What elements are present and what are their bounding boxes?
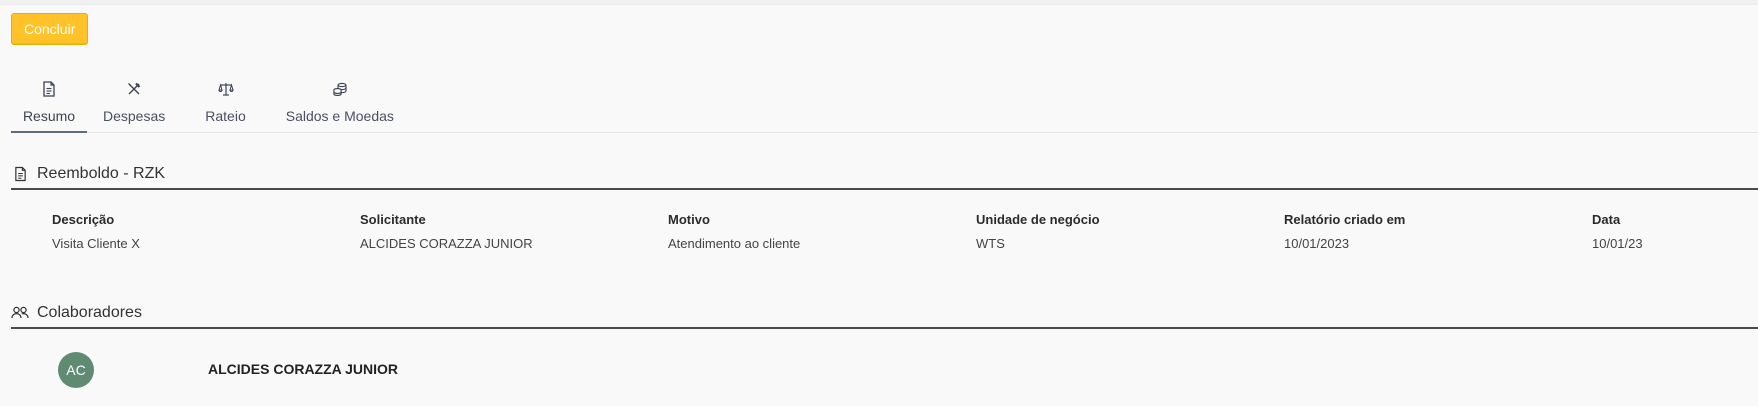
- field-label: Descrição: [52, 212, 115, 227]
- field-value: 10/01/23: [1592, 236, 1643, 251]
- field-label: Data: [1592, 212, 1621, 227]
- tab-saldos-e-moedas[interactable]: Saldos e Moedas: [270, 74, 410, 132]
- tab-label: Saldos e Moedas: [285, 108, 394, 124]
- document-icon: [11, 165, 29, 183]
- field-value: Atendimento ao cliente: [668, 236, 801, 251]
- collaborators-title: Colaboradores: [37, 304, 142, 321]
- tab-label: Rateio: [205, 108, 246, 124]
- summary-section-header: Reemboldo - RZK: [11, 160, 1758, 190]
- field-unidade-de-negocio: Unidade de negócio WTS: [976, 212, 1276, 251]
- field-label: Relatório criado em: [1284, 212, 1406, 227]
- tab-resumo[interactable]: Resumo: [11, 74, 87, 133]
- action-bar: Concluir: [11, 13, 89, 45]
- tab-label: Despesas: [103, 108, 166, 124]
- field-descricao: Descrição Visita Cliente X: [52, 212, 352, 251]
- field-label: Unidade de negócio: [976, 212, 1100, 227]
- tab-bar: Resumo Despesas Rateio Saldos e Moedas: [11, 74, 1758, 133]
- tab-despesas[interactable]: Despesas: [87, 74, 181, 132]
- users-icon: [11, 304, 29, 322]
- tab-label: Resumo: [22, 108, 76, 124]
- summary-title: Reemboldo - RZK: [37, 165, 166, 182]
- document-icon: [38, 78, 60, 100]
- collaborator-name: ALCIDES CORAZZA JUNIOR: [208, 361, 399, 377]
- field-relatorio-criado-em: Relatório criado em 10/01/2023: [1284, 212, 1584, 251]
- field-label: Solicitante: [360, 212, 426, 227]
- field-value: 10/01/2023: [1284, 236, 1350, 251]
- field-solicitante: Solicitante ALCIDES CORAZZA JUNIOR: [360, 212, 660, 251]
- summary-fields: Descrição Visita Cliente X Solicitante A…: [52, 212, 1702, 256]
- tab-rateio[interactable]: Rateio: [181, 74, 269, 132]
- conclude-button[interactable]: Concluir: [11, 13, 89, 45]
- field-data: Data 10/01/23: [1592, 212, 1702, 251]
- top-bar: [0, 0, 1758, 5]
- field-motivo: Motivo Atendimento ao cliente: [668, 212, 968, 251]
- scale-icon: [215, 78, 237, 100]
- coins-icon: [329, 78, 351, 100]
- field-value: WTS: [976, 236, 1005, 251]
- avatar: AC: [58, 352, 94, 388]
- collaborator-row: AC ALCIDES CORAZZA JUNIOR: [58, 352, 398, 388]
- field-label: Motivo: [668, 212, 710, 227]
- collaborators-section-header: Colaboradores: [11, 299, 1758, 329]
- field-value: Visita Cliente X: [52, 236, 140, 251]
- utensils-icon: [123, 78, 145, 100]
- field-value: ALCIDES CORAZZA JUNIOR: [360, 236, 533, 251]
